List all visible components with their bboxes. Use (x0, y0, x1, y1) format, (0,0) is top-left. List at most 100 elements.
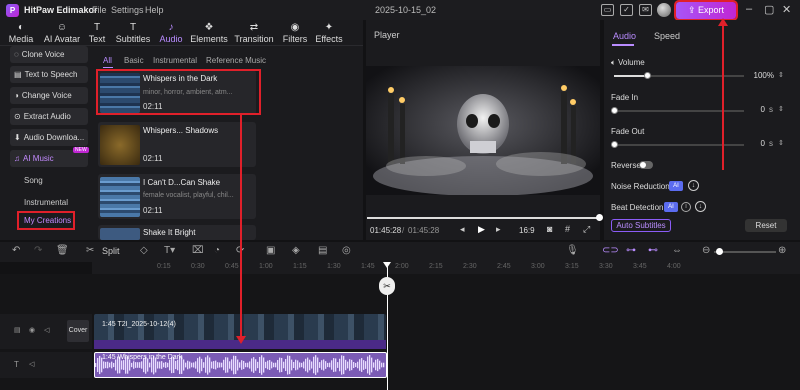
color-icon[interactable]: ◎ (342, 245, 351, 256)
menu-help[interactable]: Help (145, 5, 164, 15)
previous-frame-icon[interactable]: ◂ (460, 224, 465, 235)
split-icon[interactable]: ✂ (86, 245, 94, 256)
snap-icon[interactable]: ⊷ (648, 245, 658, 256)
music-thumbnail (100, 177, 140, 217)
filter-tab-basic[interactable]: Basic (124, 56, 144, 65)
tab-audio[interactable]: ♪ Audio (157, 22, 185, 44)
undo-icon[interactable]: ↶ (12, 245, 20, 256)
menu-settings[interactable]: Settings (111, 5, 144, 15)
message-icon[interactable]: ✉ (639, 4, 652, 16)
text-tool-icon[interactable]: T▾ (164, 245, 175, 256)
info-icon[interactable]: i (681, 202, 691, 212)
tab-speed[interactable]: Speed (654, 31, 680, 41)
sidebar-subitem-instrumental[interactable]: Instrumental (24, 198, 68, 207)
mask-icon[interactable]: ▤ (318, 245, 327, 256)
export-button[interactable]: ⇪ Export (674, 0, 738, 21)
tab-subtitles[interactable]: T Subtitles (114, 22, 152, 44)
text-box-icon[interactable]: ▣ (266, 245, 275, 256)
grid-icon[interactable]: # (565, 224, 570, 234)
stepper-icon[interactable]: ⇕ (778, 139, 784, 147)
volume-slider-handle[interactable] (643, 72, 651, 79)
magnet-icon[interactable]: ⊶ (626, 245, 636, 256)
tab-transition[interactable]: ⇄ Transition (233, 22, 275, 44)
aspect-ratio-select[interactable]: 16:9 (519, 226, 535, 235)
sidebar-item-text-to-speech[interactable]: ▤ Text to Speech (10, 66, 88, 83)
delete-icon[interactable]: 🗑︎ (56, 245, 69, 256)
next-frame-icon[interactable]: ▸ (496, 224, 501, 235)
zoom-in-icon[interactable]: ⊕ (778, 245, 786, 256)
filter-tab-instrumental[interactable]: Instrumental (153, 56, 197, 65)
download-icon[interactable]: ↓ (695, 201, 706, 212)
snapshot-icon[interactable]: ◙ (547, 224, 552, 234)
ruler-tick-label: 3:30 (599, 263, 613, 270)
menu-file[interactable]: File (92, 5, 107, 15)
crop-icon[interactable]: ⌧ (192, 245, 204, 256)
avatar[interactable] (657, 3, 671, 17)
fade-in-slider[interactable] (614, 110, 744, 112)
split-label[interactable]: Split (102, 246, 120, 256)
stepper-icon[interactable]: ⇕ (778, 71, 784, 79)
zoom-slider-handle[interactable] (716, 248, 723, 255)
feedback-icon[interactable]: ✓ (620, 4, 633, 16)
screen-icon[interactable]: ▭ (601, 4, 614, 16)
volume-value[interactable]: 100% (751, 71, 774, 82)
auto-subtitles-button[interactable]: Auto Subtitles (611, 219, 671, 232)
ruler-tick-label: 1:15 (293, 263, 307, 270)
playback-progress[interactable] (367, 217, 599, 219)
playhead-split-icon[interactable]: ✂ (379, 277, 395, 295)
microphone-icon[interactable]: 🎙︎ (566, 245, 579, 256)
fade-out-slider[interactable] (614, 144, 744, 146)
ai-tool-icon[interactable]: ◈ (292, 245, 300, 256)
track-visibility-icon[interactable]: ◉ (29, 326, 35, 334)
shield-icon[interactable]: ◇ (140, 245, 148, 256)
export-label: Export (698, 5, 725, 15)
sidebar-item-label: Audio Downloa... (23, 133, 85, 142)
speed-icon[interactable]: ◔ (214, 245, 220, 256)
new-badge: NEW (73, 147, 89, 153)
close-icon[interactable]: ✕ (782, 3, 791, 16)
fade-out-slider-handle[interactable] (611, 141, 618, 148)
tab-filters[interactable]: ◉ Filters (280, 22, 310, 44)
tab-media[interactable]: ◐ Media (6, 22, 36, 44)
track-lock-icon[interactable]: ▤ (14, 326, 21, 334)
redo-icon[interactable]: ↷ (34, 245, 42, 256)
sidebar-item-audio-download[interactable]: ⬇ Audio Downloa... (10, 129, 88, 146)
link-icon[interactable]: ⊂⊃ (602, 245, 619, 256)
download-icon[interactable]: ↓ (688, 180, 699, 191)
fade-in-slider-handle[interactable] (611, 107, 618, 114)
filter-tab-all[interactable]: All (103, 56, 112, 65)
reverse-toggle[interactable] (639, 161, 653, 169)
sidebar-item-clone-voice[interactable]: ◌ Clone Voice (10, 46, 88, 63)
fullscreen-icon[interactable]: ⤢ (583, 224, 590, 235)
fade-out-value[interactable]: 0 (751, 139, 765, 150)
tab-text[interactable]: T Text (86, 22, 108, 44)
progress-handle[interactable] (596, 214, 603, 221)
sidebar-subitem-song[interactable]: Song (24, 176, 43, 185)
tab-filters-label: Filters (282, 34, 308, 44)
minimize-icon[interactable]: – (746, 3, 752, 15)
tab-audio-props[interactable]: Audio (613, 31, 636, 41)
track-audio-icon[interactable]: ◁ (29, 360, 34, 368)
volume-slider[interactable] (614, 75, 744, 77)
sidebar-item-extract-audio[interactable]: ⊙ Extract Audio (10, 108, 88, 125)
filter-tab-reference-music[interactable]: Reference Music (206, 56, 266, 65)
maximize-icon[interactable]: ▢ (764, 3, 774, 16)
fade-in-label: Fade In (611, 93, 639, 102)
sidebar-subitem-my-creations[interactable]: My Creations (17, 211, 75, 230)
player-label: Player (374, 30, 400, 40)
tab-ai-avatar[interactable]: ☺ AI Avatar (42, 22, 82, 44)
track-mute-icon[interactable]: ◁ (44, 326, 49, 334)
fade-in-value[interactable]: 0 (751, 105, 765, 116)
stepper-icon[interactable]: ⇕ (778, 105, 784, 113)
sidebar-item-change-voice[interactable]: ◑ Change Voice (10, 87, 88, 104)
zoom-out-icon[interactable]: ⊖ (702, 245, 710, 256)
zoom-slider[interactable] (714, 251, 776, 253)
cover-button[interactable]: Cover (67, 320, 89, 342)
reset-button[interactable]: Reset (745, 219, 787, 232)
fit-icon[interactable]: ⇔ (672, 245, 682, 256)
play-icon[interactable]: ▶ (478, 224, 485, 235)
annotation-arrowhead (236, 336, 246, 344)
tab-effects[interactable]: ✦ Effects (314, 22, 344, 44)
ruler-tick-label: 4:00 (667, 263, 681, 270)
tab-elements[interactable]: ❖ Elements (190, 22, 228, 44)
